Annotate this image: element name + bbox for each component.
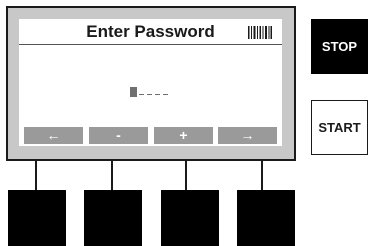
softkey-minus[interactable]: -	[89, 127, 148, 144]
stop-button[interactable]: STOP	[311, 19, 368, 74]
lcd-screen: Enter Password ← - + →	[19, 19, 282, 146]
hardware-key-2[interactable]	[84, 190, 142, 246]
hardware-key-4[interactable]	[237, 190, 295, 246]
password-field[interactable]	[19, 81, 282, 97]
key-connector-line	[35, 161, 37, 191]
password-placeholder-dash	[139, 93, 144, 95]
password-cursor	[130, 87, 137, 97]
hardware-key-1[interactable]	[8, 190, 66, 246]
key-connector-line	[111, 161, 113, 191]
softkey-bar: ← - + →	[24, 127, 277, 144]
barcode-icon	[248, 26, 272, 39]
softkey-arrow-right[interactable]: →	[218, 127, 277, 144]
key-connector-line	[261, 161, 263, 191]
softkey-arrow-left[interactable]: ←	[24, 127, 83, 144]
password-placeholder-dash	[163, 93, 168, 95]
start-button[interactable]: START	[311, 100, 368, 155]
hardware-key-3[interactable]	[161, 190, 219, 246]
softkey-plus[interactable]: +	[154, 127, 213, 144]
title-divider	[19, 44, 282, 45]
password-placeholder-dash	[155, 93, 160, 95]
page-title: Enter Password	[86, 22, 215, 41]
key-connector-line	[185, 161, 187, 191]
password-placeholder-dash	[147, 93, 152, 95]
